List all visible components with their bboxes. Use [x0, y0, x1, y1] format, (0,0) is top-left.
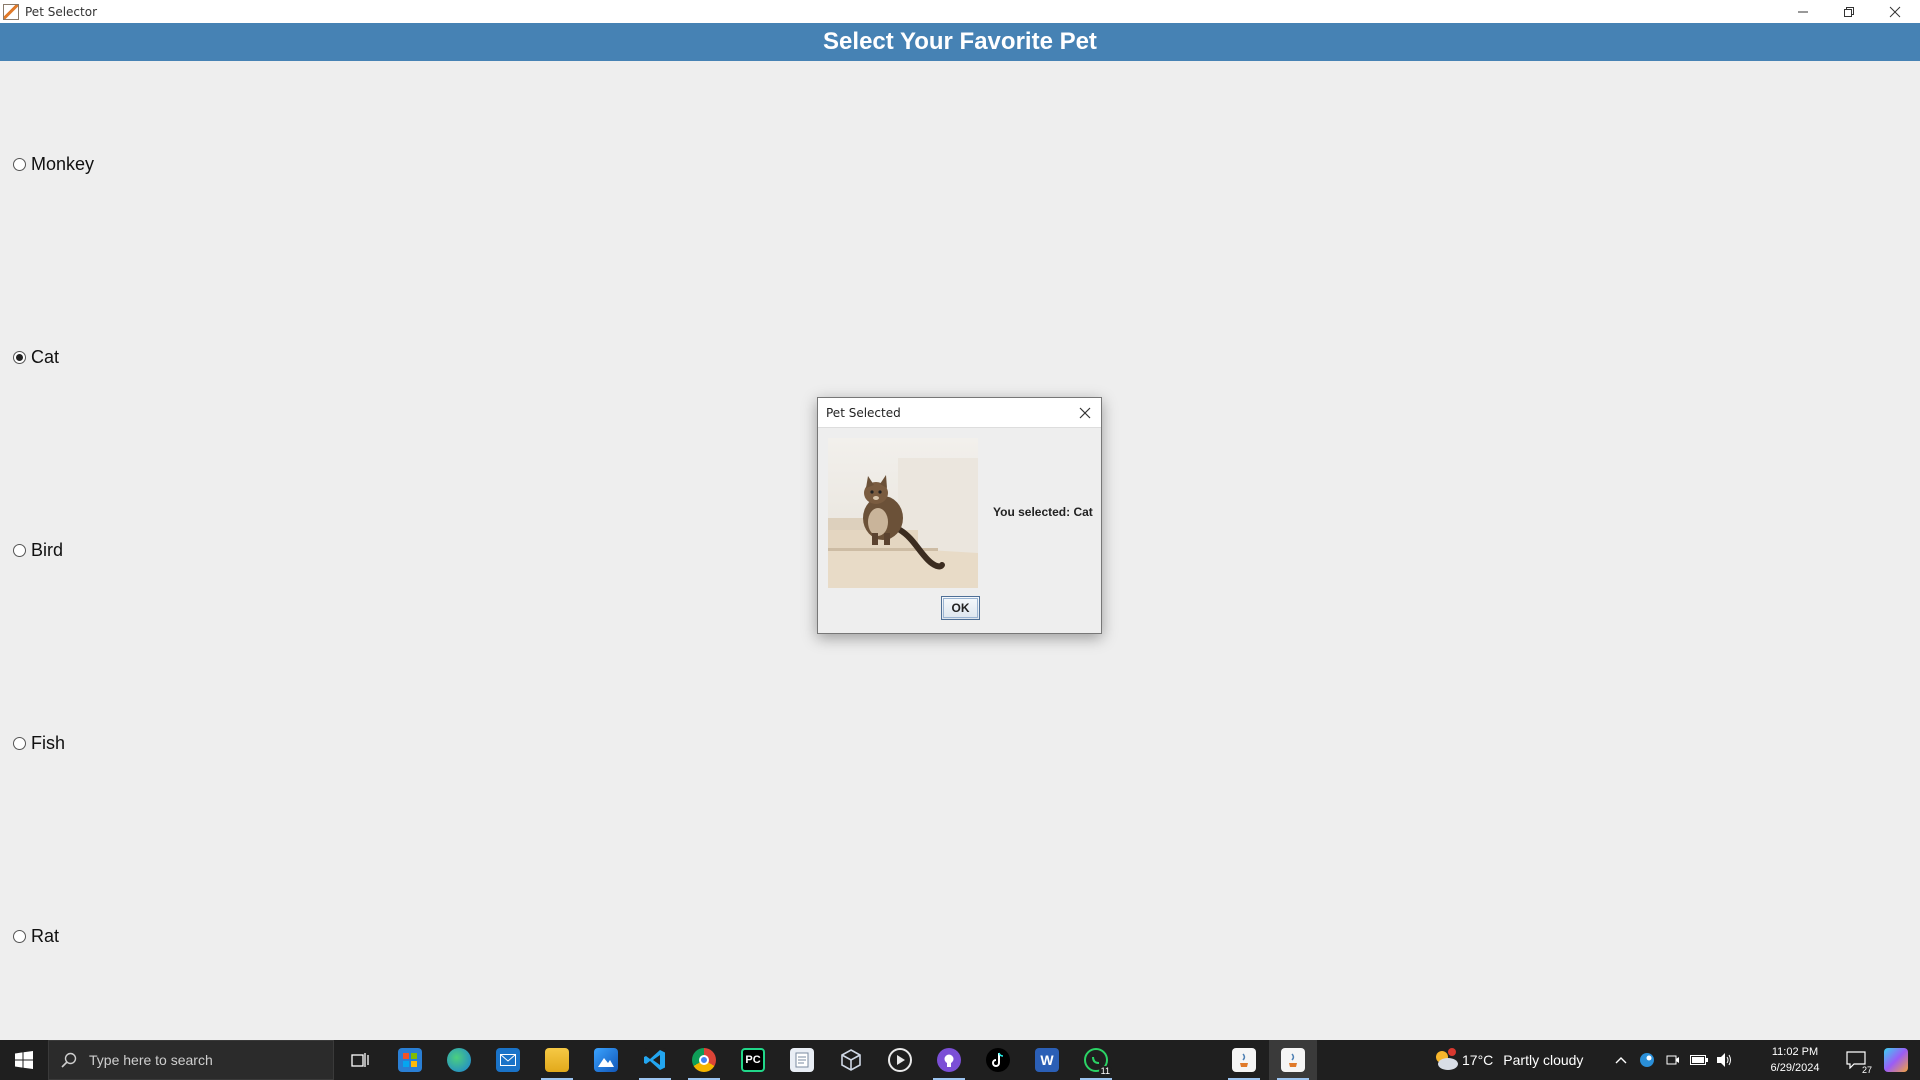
media-player-icon	[888, 1048, 912, 1072]
taskbar-app-mail[interactable]	[484, 1040, 532, 1080]
taskbar-app-edge[interactable]	[435, 1040, 483, 1080]
start-button[interactable]	[0, 1040, 48, 1080]
photos-icon	[594, 1048, 618, 1072]
taskbar-app-java-2[interactable]	[1269, 1040, 1317, 1080]
chevron-up-icon	[1615, 1057, 1627, 1064]
taskbar-app-word[interactable]: W	[1023, 1040, 1071, 1080]
close-icon	[1079, 407, 1091, 419]
radio-button[interactable]	[13, 736, 26, 750]
pet-selected-dialog: Pet Selected You selected: Cat OK	[817, 397, 1102, 634]
taskbar-app-whatsapp[interactable]: 11	[1072, 1040, 1120, 1080]
show-hidden-icons-button[interactable]	[1608, 1056, 1634, 1064]
radio-button[interactable]	[13, 350, 26, 364]
dialog-message: You selected: Cat	[993, 505, 1093, 519]
java-app-icon	[1232, 1048, 1256, 1072]
radio-label: Fish	[31, 732, 66, 753]
tray-meet-icon[interactable]	[1660, 1053, 1686, 1067]
microsoft-store-icon	[398, 1048, 422, 1072]
copilot-button[interactable]	[1872, 1040, 1920, 1080]
chrome-icon	[692, 1048, 716, 1072]
weather-widget[interactable]: 17°C Partly cloudy	[1432, 1040, 1583, 1080]
minimize-icon	[1798, 11, 1808, 12]
weather-temperature: 17°C	[1462, 1052, 1494, 1068]
taskbar-app-pycharm[interactable]: PC	[729, 1040, 777, 1080]
radio-label: Cat	[31, 346, 60, 367]
dialog-titlebar[interactable]: Pet Selected	[818, 398, 1101, 428]
taskbar-app-media-player[interactable]	[876, 1040, 924, 1080]
radio-option-cat[interactable]: Cat	[13, 345, 59, 369]
steam-icon	[1640, 1053, 1654, 1067]
radio-button[interactable]	[13, 157, 26, 171]
meet-now-icon	[1666, 1055, 1679, 1065]
java-app-icon	[1281, 1048, 1305, 1072]
task-view-button[interactable]	[336, 1040, 384, 1080]
windows-logo-icon	[15, 1051, 33, 1069]
system-tray	[1608, 1040, 1738, 1080]
radio-label: Rat	[31, 925, 60, 946]
taskbar-app-virtualbox[interactable]	[827, 1040, 875, 1080]
file-explorer-icon	[545, 1048, 569, 1072]
battery-icon	[1690, 1055, 1708, 1065]
taskbar-app-vscode[interactable]	[631, 1040, 679, 1080]
taskbar-clock[interactable]: 11:02 PM 6/29/2024	[1760, 1040, 1830, 1080]
search-placeholder: Type here to search	[89, 1052, 213, 1068]
taskbar-app-java-1[interactable]	[1220, 1040, 1268, 1080]
notification-center-button[interactable]: 27	[1836, 1040, 1876, 1080]
cat-image	[828, 438, 978, 588]
taskbar-app-file-explorer[interactable]	[533, 1040, 581, 1080]
taskbar-app-photos[interactable]	[582, 1040, 630, 1080]
window-title: Pet Selector	[25, 4, 98, 19]
notepad-icon	[790, 1048, 814, 1072]
vscode-icon	[643, 1048, 667, 1072]
weather-condition: Partly cloudy	[1503, 1052, 1584, 1068]
close-icon	[1889, 6, 1901, 17]
speaker-icon	[1717, 1053, 1731, 1067]
taskbar-search[interactable]: Type here to search	[48, 1040, 334, 1080]
taskbar-app-github-desktop[interactable]	[925, 1040, 973, 1080]
restore-icon	[1844, 6, 1854, 17]
restore-button[interactable]	[1826, 0, 1872, 23]
radio-button[interactable]	[13, 543, 26, 557]
edge-icon	[447, 1048, 471, 1072]
virtualbox-icon	[839, 1048, 863, 1072]
clock-time: 11:02 PM	[1771, 1046, 1819, 1058]
close-button[interactable]	[1872, 0, 1918, 23]
dialog-title: Pet Selected	[826, 405, 901, 420]
minimize-button[interactable]	[1780, 0, 1826, 23]
taskbar-app-microsoft-store[interactable]	[386, 1040, 434, 1080]
search-icon	[61, 1052, 77, 1068]
taskbar: Type here to search PC W 11 17°C Partly …	[0, 1040, 1920, 1080]
taskbar-app-notepad[interactable]	[778, 1040, 826, 1080]
copilot-icon	[1884, 1048, 1908, 1072]
radio-label: Monkey	[31, 153, 95, 174]
ok-button[interactable]: OK	[941, 596, 980, 620]
clock-date: 6/29/2024	[1770, 1062, 1820, 1074]
pycharm-icon: PC	[741, 1048, 765, 1072]
whatsapp-unread-badge: 11	[1098, 1066, 1112, 1076]
radio-option-rat[interactable]: Rat	[13, 924, 59, 948]
window-titlebar: Pet Selector	[0, 0, 1920, 23]
taskbar-app-tiktok[interactable]	[974, 1040, 1022, 1080]
header-banner: Select Your Favorite Pet	[0, 23, 1920, 61]
radio-option-fish[interactable]: Fish	[13, 731, 65, 755]
java-app-icon	[3, 3, 19, 20]
volume-button[interactable]	[1712, 1053, 1738, 1067]
tiktok-icon	[986, 1048, 1010, 1072]
github-desktop-icon	[937, 1048, 961, 1072]
page-title: Select Your Favorite Pet	[823, 28, 1097, 55]
taskbar-app-chrome[interactable]	[680, 1040, 728, 1080]
radio-button[interactable]	[13, 929, 26, 943]
mail-icon	[496, 1048, 520, 1072]
task-view-icon	[351, 1053, 369, 1067]
dialog-close-button[interactable]	[1075, 403, 1095, 423]
word-icon: W	[1035, 1048, 1059, 1072]
partly-cloudy-icon	[1436, 1048, 1458, 1070]
radio-label: Bird	[31, 539, 64, 560]
radio-option-monkey[interactable]: Monkey	[13, 152, 94, 176]
radio-option-bird[interactable]: Bird	[13, 538, 63, 562]
tray-app-icon[interactable]	[1634, 1052, 1660, 1068]
battery-button[interactable]	[1686, 1055, 1712, 1065]
